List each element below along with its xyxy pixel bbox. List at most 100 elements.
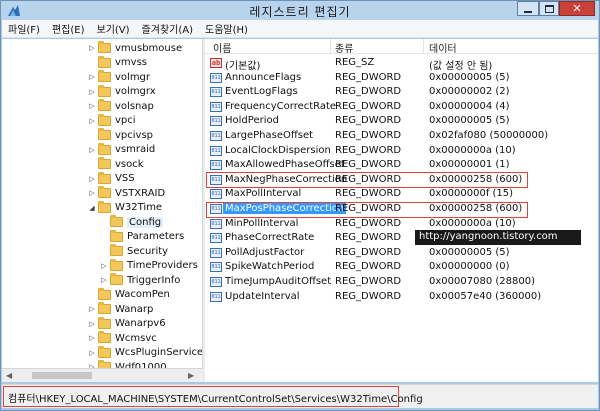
value-data: 0x00000004 (4) [429,100,510,112]
value-name: MaxPosPhaseCorrection [223,203,347,214]
value-data: 0x00000002 (2) [429,86,510,98]
dword-value-icon: 011 [210,189,222,200]
expand-arrow-icon[interactable]: ▷ [88,189,96,197]
tree-item[interactable]: ▷ WcsPluginService [88,345,202,360]
maximize-button[interactable] [539,1,559,16]
dword-value-icon: 011 [210,291,222,302]
registry-value-row[interactable]: 011 PollAdjustFactor REG_DWORD 0x00000005 (… [205,246,598,260]
value-data: 0x00000258 (600) [429,173,523,185]
registry-value-row[interactable]: 011 LocalClockDispersion REG_DWORD 0x000000… [205,144,598,158]
tree-item[interactable]: vpcivsp [88,128,202,142]
expand-arrow-icon[interactable]: ▷ [100,262,108,270]
column-header-name[interactable]: 이름 [213,40,231,55]
tree-item[interactable]: ▷ TimeProviders [100,258,202,273]
tree-item[interactable]: ▷ VSTXRAID [88,186,202,200]
value-data: 0x00000258 (600) [429,203,523,214]
tree-item[interactable]: ▷ VSS [88,171,202,186]
registry-value-row[interactable]: 011 EventLogFlags REG_DWORD 0x00000002 (2) [205,85,598,99]
expand-arrow-icon[interactable]: ▷ [88,88,96,96]
expand-arrow-icon[interactable]: ▷ [100,276,108,284]
value-list-pane[interactable]: 이름 종류 데이터 ab (기본값) REG_SZ (값 설정 안 됨) 011 Anno… [205,39,598,382]
minimize-button[interactable] [517,1,539,16]
tree-item[interactable]: Security [100,244,202,258]
expand-arrow-icon[interactable]: ▷ [88,146,96,154]
tree-item[interactable]: ▷ TriggerInfo [100,273,202,287]
folder-icon [110,229,123,242]
scroll-left-icon[interactable]: ◀ [6,371,12,380]
column-header-type[interactable]: 종류 [335,40,353,55]
value-type: REG_DWORD [335,217,402,229]
tree-horizontal-scrollbar[interactable]: ◀ ▶ [2,368,203,382]
value-data: 0x0000000a (10) [429,144,516,156]
expand-arrow-icon[interactable]: ▷ [88,73,96,81]
registry-value-row[interactable]: 011 UpdateInterval REG_DWORD 0x00057e40 (36… [205,290,598,304]
column-divider[interactable] [423,39,424,54]
registry-value-row[interactable]: 011 MinPollInterval REG_DWORD 0x0000000a (1… [205,217,598,231]
key-tree-pane[interactable]: ▷ vmusbmouse vmvss ▷ volmgr ▷ volmgrx ▷ volsnap ▷… [2,39,203,382]
dword-value-icon: 011 [210,277,222,287]
tree-item-label: Wanarpv6 [115,318,166,329]
column-divider[interactable] [330,39,331,54]
registry-value-row[interactable]: 011 TimeJumpAuditOffset REG_DWORD 0x0000708… [205,275,598,289]
menu-bar: 파일(F) 편집(E) 보기(V) 즐겨찾기(A) 도움말(H) [2,20,598,38]
string-value-icon: ab [210,58,222,68]
expand-arrow-icon[interactable]: ▷ [88,320,96,328]
dword-value-icon: 011 [210,131,222,141]
tree-item[interactable]: ▷ vpci [88,113,202,128]
menu-view[interactable]: 보기(V) [91,21,136,36]
value-type: REG_DWORD [335,144,402,156]
tree-item[interactable]: ▷ volmgrx [88,84,202,99]
registry-value-row[interactable]: ab (기본값) REG_SZ (값 설정 안 됨) [205,56,598,72]
tree-item[interactable]: ▷ volsnap [88,99,202,113]
registry-value-row[interactable]: 011 AnnounceFlags REG_DWORD 0x00000005 (5) [205,71,598,85]
tree-item[interactable]: ▷ volmgr [88,70,202,84]
tree-item[interactable]: WacomPen [88,287,202,302]
tree-item[interactable]: vmvss [88,55,202,70]
tree-item-label: vmusbmouse [115,42,183,54]
folder-icon [110,244,123,256]
registry-value-row[interactable]: 011 MaxNegPhaseCorrection REG_DWORD 0x00000… [205,173,598,187]
expand-arrow-icon[interactable]: ◢ [88,204,96,212]
scrollbar-thumb[interactable] [32,372,92,379]
registry-value-row[interactable]: 011 MaxPollInterval REG_DWORD 0x0000000f (1… [205,187,598,201]
expand-arrow-icon[interactable]: ▷ [88,349,96,357]
registry-value-row[interactable]: 011 SpikeWatchPeriod REG_DWORD 0x00000000 (… [205,260,598,274]
close-icon: ✕ [572,2,582,15]
value-type: REG_DWORD [335,261,402,273]
folder-icon [98,331,111,343]
tree-item[interactable]: ▷ Wanarpv6 [88,316,202,331]
expand-arrow-icon[interactable]: ▷ [88,175,96,183]
folder-icon [98,345,111,358]
tree-item[interactable]: Parameters [100,229,202,244]
folder-icon [98,70,111,82]
folder-icon [98,171,111,184]
registry-value-row[interactable]: 011 HoldPeriod REG_DWORD 0x00000005 (5) [205,114,598,128]
folder-icon [98,316,111,329]
menu-favorites[interactable]: 즐겨찾기(A) [136,21,199,36]
close-button[interactable]: ✕ [559,1,595,16]
tree-item[interactable]: ◢ W32Time [88,200,202,215]
registry-value-row[interactable]: 011 FrequencyCorrectRate REG_DWORD 0x000000… [205,100,598,114]
title-bar[interactable]: 레지스트리 편집기 ✕ [1,1,599,20]
menu-help[interactable]: 도움말(H) [199,21,254,36]
expand-arrow-icon[interactable]: ▷ [88,102,96,110]
column-header-data[interactable]: 데이터 [429,40,457,55]
tree-item[interactable]: vsock [88,157,202,171]
tree-item[interactable]: ▷ Wanarp [88,302,202,316]
tree-item-label: volmgrx [115,86,156,97]
expand-arrow-icon[interactable]: ▷ [88,334,96,342]
expand-arrow-icon[interactable]: ▷ [88,44,96,52]
value-type: REG_DWORD [335,246,402,258]
expand-arrow-icon[interactable]: ▷ [88,117,96,125]
menu-file[interactable]: 파일(F) [2,21,46,36]
tree-item[interactable]: ▷ vsmraid [88,142,202,157]
scroll-right-icon[interactable]: ▶ [188,371,194,380]
expand-arrow-icon[interactable]: ▷ [88,305,96,313]
registry-value-row[interactable]: 011 LargePhaseOffset REG_DWORD 0x02faf080 (… [205,129,598,143]
menu-edit[interactable]: 편집(E) [46,21,91,36]
tree-item[interactable]: Config [100,215,202,229]
tree-item[interactable]: ▷ Wcmsvc [88,331,202,345]
registry-value-row[interactable]: 011 MaxPosPhaseCorrection REG_DWORD 0x00000… [205,202,598,216]
tree-item[interactable]: ▷ vmusbmouse [88,41,202,55]
registry-value-row[interactable]: 011 MaxAllowedPhaseOffset REG_DWORD 0x00000… [205,158,598,172]
